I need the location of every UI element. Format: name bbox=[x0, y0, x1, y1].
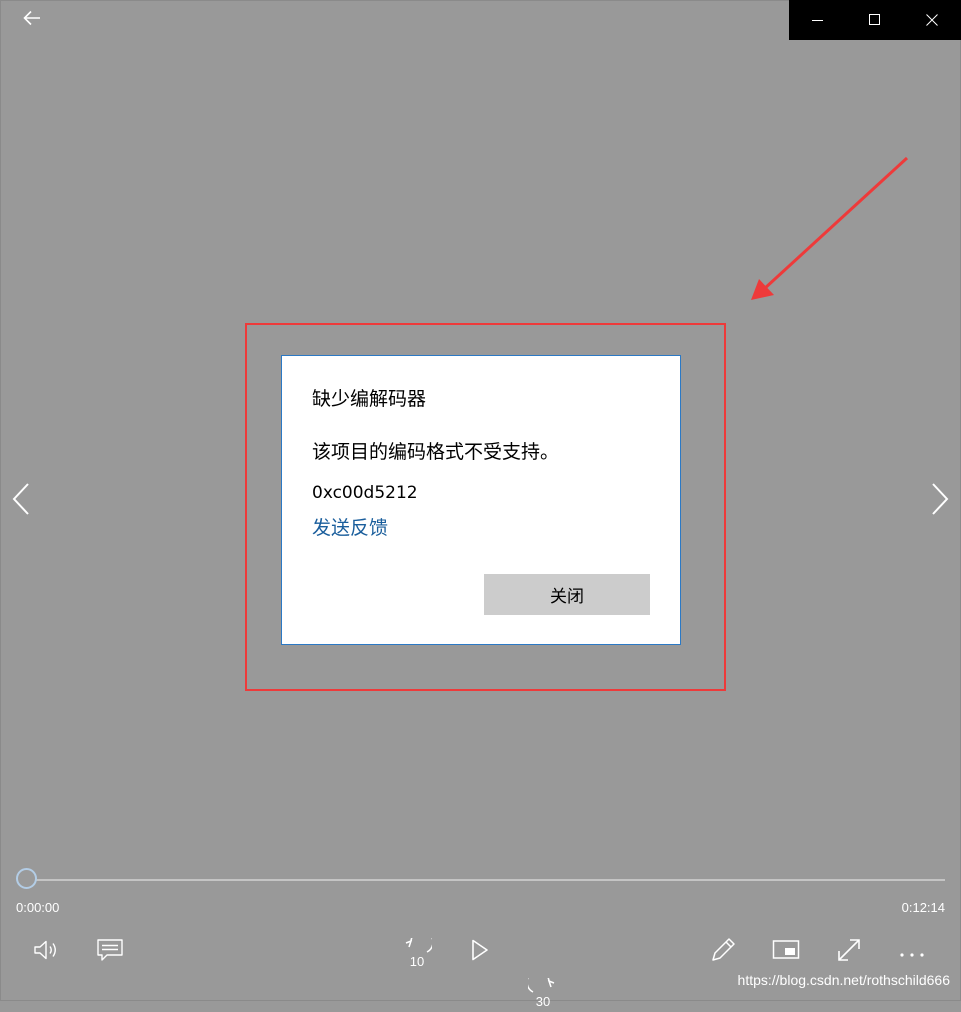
close-icon bbox=[926, 11, 938, 30]
play-button[interactable] bbox=[460, 932, 500, 972]
fullscreen-icon bbox=[836, 937, 862, 967]
error-code: 0xc00d5212 bbox=[312, 483, 418, 503]
next-button[interactable] bbox=[925, 482, 955, 520]
total-time: 0:12:14 bbox=[901, 900, 945, 915]
send-feedback-link[interactable]: 发送反馈 bbox=[312, 513, 388, 540]
dialog-title: 缺少编解码器 bbox=[312, 388, 427, 410]
subtitles-button[interactable] bbox=[90, 932, 130, 972]
subtitles-icon bbox=[96, 938, 124, 966]
more-icon bbox=[899, 943, 925, 962]
back-button[interactable] bbox=[14, 6, 50, 34]
fullscreen-button[interactable] bbox=[829, 932, 869, 972]
maximize-icon bbox=[868, 11, 881, 30]
close-window-button[interactable] bbox=[903, 0, 961, 40]
minimize-icon bbox=[811, 11, 824, 30]
close-dialog-button[interactable]: 关闭 bbox=[484, 574, 650, 615]
seek-bar-track[interactable] bbox=[28, 879, 945, 881]
volume-button[interactable] bbox=[27, 932, 67, 972]
skip-forward-button[interactable]: 30 bbox=[523, 970, 563, 1012]
watermark-text: https://blog.csdn.net/rothschild666 bbox=[737, 972, 950, 988]
chevron-right-icon bbox=[931, 482, 949, 520]
volume-icon bbox=[33, 938, 61, 966]
minimize-button[interactable] bbox=[789, 0, 846, 40]
back-arrow-icon bbox=[23, 10, 41, 30]
window-caption-buttons bbox=[789, 0, 961, 40]
chevron-left-icon bbox=[12, 482, 30, 520]
more-options-button[interactable] bbox=[892, 932, 932, 972]
edit-button[interactable] bbox=[703, 932, 743, 972]
codec-error-dialog: 缺少编解码器 该项目的编码格式不受支持。 0xc00d5212 发送反馈 关闭 bbox=[281, 355, 681, 645]
skip-back-button[interactable]: 10 bbox=[397, 930, 437, 972]
dialog-message: 该项目的编码格式不受支持。 bbox=[312, 441, 560, 463]
mini-view-button[interactable] bbox=[766, 932, 806, 972]
skip-back-label: 10 bbox=[409, 954, 425, 969]
maximize-button[interactable] bbox=[846, 0, 903, 40]
play-icon bbox=[470, 938, 490, 966]
mini-view-icon bbox=[772, 939, 800, 965]
current-time: 0:00:00 bbox=[16, 900, 60, 915]
skip-forward-label: 30 bbox=[535, 994, 551, 1009]
seek-bar-thumb[interactable] bbox=[16, 868, 37, 889]
pen-icon bbox=[709, 936, 737, 968]
previous-button[interactable] bbox=[6, 482, 36, 520]
